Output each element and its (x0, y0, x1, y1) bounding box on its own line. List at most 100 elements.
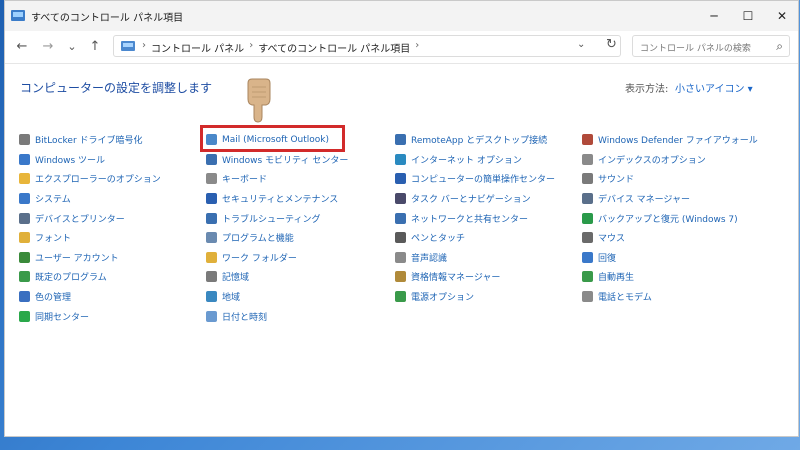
control-panel-item[interactable]: 既定のプログラム (19, 267, 161, 287)
item-icon (19, 193, 30, 205)
control-panel-item[interactable]: サウンド (582, 169, 758, 189)
control-panel-item[interactable]: ユーザー アカウント (19, 248, 161, 268)
item-icon (395, 134, 406, 146)
item-icon (206, 291, 217, 303)
control-panel-item[interactable]: フォント (19, 228, 161, 248)
item-label: プログラムと機能 (222, 234, 294, 245)
control-panel-item[interactable]: 記憶域 (206, 267, 348, 287)
item-icon (206, 232, 217, 244)
item-label: 音声認識 (411, 253, 448, 264)
control-panel-item[interactable]: 音声認識 (395, 248, 555, 268)
back-button[interactable]: ← (13, 37, 31, 55)
control-panel-item[interactable]: Windows ツール (19, 150, 161, 170)
item-label: Windows モビリティ センター (222, 155, 349, 166)
control-panel-item[interactable]: バックアップと復元 (Windows 7) (582, 208, 758, 228)
item-icon (19, 251, 30, 263)
chevron-down-icon[interactable]: ⌄ (577, 39, 585, 50)
window-title: すべてのコントロール パネル項目 (31, 13, 184, 24)
breadcrumb-control-panel[interactable]: コントロール パネル (151, 40, 244, 55)
item-icon (582, 291, 593, 303)
control-panel-item[interactable]: エクスプローラーのオプション (19, 169, 161, 189)
search-icon[interactable]: ⌕ (776, 39, 783, 54)
item-icon (19, 134, 30, 146)
control-panel-item[interactable]: Windows モビリティ センター (206, 150, 348, 170)
control-panel-item[interactable]: 回復 (582, 248, 758, 268)
item-icon (19, 232, 30, 244)
control-panel-item[interactable]: 同期センター (19, 306, 161, 326)
address-bar[interactable]: › コントロール パネル › すべてのコントロール パネル項目 › ⌄ ↻ (113, 35, 621, 57)
control-panel-item[interactable]: 自動再生 (582, 267, 758, 287)
page-title: コンピューターの設定を調整します (20, 81, 213, 95)
item-label: マウス (598, 234, 626, 245)
items-column-3: RemoteApp とデスクトップ接続インターネット オプション コンピューターの… (395, 130, 555, 306)
forward-button[interactable]: → (39, 37, 57, 55)
control-panel-item[interactable]: 電源オプション (395, 287, 555, 307)
control-panel-item[interactable]: セキュリティとメンテナンス (206, 189, 348, 209)
control-panel-item[interactable]: ネットワークと共有センター (395, 208, 555, 228)
item-icon (395, 271, 406, 283)
item-label: BitLocker ドライブ暗号化 (35, 136, 143, 147)
item-label: サウンド (598, 175, 635, 186)
control-panel-item[interactable]: インターネット オプション (395, 150, 555, 170)
chevron-right-icon: › (249, 40, 254, 51)
item-label: タスク バーとナビゲーション (411, 195, 531, 206)
chevron-right-icon: › (142, 40, 146, 51)
control-panel-item[interactable]: RemoteApp とデスクトップ接続 (395, 130, 555, 150)
item-label: 日付と時刻 (222, 312, 268, 323)
breadcrumb-all-items[interactable]: すべてのコントロール パネル項目 (258, 40, 410, 55)
control-panel-item[interactable]: デバイス マネージャー (582, 189, 758, 209)
item-label: RemoteApp とデスクトップ接続 (411, 136, 548, 147)
item-icon (395, 291, 406, 303)
control-panel-item[interactable]: ペンとタッチ (395, 228, 555, 248)
item-icon (395, 193, 406, 205)
recent-locations-button[interactable]: ⌄ (63, 37, 81, 55)
control-panel-item[interactable]: コンピューターの簡単操作センター (395, 169, 555, 189)
control-panel-item[interactable]: インデックスのオプション (582, 150, 758, 170)
control-panel-item[interactable]: Windows Defender ファイアウォール (582, 130, 758, 150)
control-panel-item[interactable]: 電話とモデム (582, 287, 758, 307)
item-label: エクスプローラーのオプション (35, 175, 161, 186)
item-icon (395, 251, 406, 263)
view-by-dropdown[interactable]: 小さいアイコン ▾ (675, 80, 753, 95)
item-icon (395, 173, 406, 185)
pointing-hand-icon (247, 78, 271, 123)
control-panel-icon (121, 41, 135, 51)
refresh-icon[interactable]: ↻ (606, 37, 617, 52)
maximize-button[interactable]: ☐ (731, 1, 765, 31)
item-icon (19, 291, 30, 303)
control-panel-item[interactable]: タスク バーとナビゲーション (395, 189, 555, 209)
control-panel-item[interactable]: プログラムと機能 (206, 228, 348, 248)
item-icon (19, 212, 30, 224)
item-label: 記憶域 (222, 273, 250, 284)
control-panel-item[interactable]: トラブルシューティング (206, 208, 348, 228)
control-panel-item[interactable]: 日付と時刻 (206, 306, 348, 326)
minimize-button[interactable]: ─ (697, 1, 731, 31)
breadcrumb: › コントロール パネル › すべてのコントロール パネル項目 › (142, 40, 419, 55)
control-panel-item[interactable]: BitLocker ドライブ暗号化 (19, 130, 161, 150)
control-panel-item[interactable]: システム (19, 189, 161, 209)
up-button[interactable]: ↑ (86, 37, 104, 55)
item-label: 色の管理 (35, 293, 72, 304)
item-label: トラブルシューティング (222, 214, 321, 225)
control-panel-item[interactable]: 地域 (206, 287, 348, 307)
control-panel-item[interactable]: マウス (582, 228, 758, 248)
item-label: ネットワークと共有センター (411, 214, 529, 225)
chevron-right-icon: › (415, 40, 420, 51)
item-icon (395, 153, 406, 165)
items-column-1: BitLocker ドライブ暗号化 Windows ツールエクスプローラーのオプシ… (19, 130, 161, 326)
control-panel-item[interactable]: 資格情報マネージャー (395, 267, 555, 287)
items-column-2: Mail (Microsoft Outlook) Windows モビリティ セン… (206, 130, 348, 326)
control-panel-item[interactable]: 色の管理 (19, 287, 161, 307)
control-panel-item[interactable]: キーボード (206, 169, 348, 189)
item-icon (19, 310, 30, 322)
item-label: インデックスのオプション (598, 155, 706, 166)
close-button[interactable]: ✕ (765, 1, 798, 31)
item-label: キーボード (222, 175, 268, 186)
item-icon (206, 251, 217, 263)
item-label: 同期センター (35, 312, 90, 323)
control-panel-item[interactable]: ワーク フォルダー (206, 248, 348, 268)
control-panel-window: すべてのコントロール パネル項目 ─ ☐ ✕ ← → ⌄ ↑ › コントロール … (4, 0, 799, 437)
search-input[interactable]: コントロール パネルの検索 ⌕ (632, 35, 790, 57)
control-panel-item[interactable]: デバイスとプリンター (19, 208, 161, 228)
item-label: ワーク フォルダー (222, 253, 297, 264)
